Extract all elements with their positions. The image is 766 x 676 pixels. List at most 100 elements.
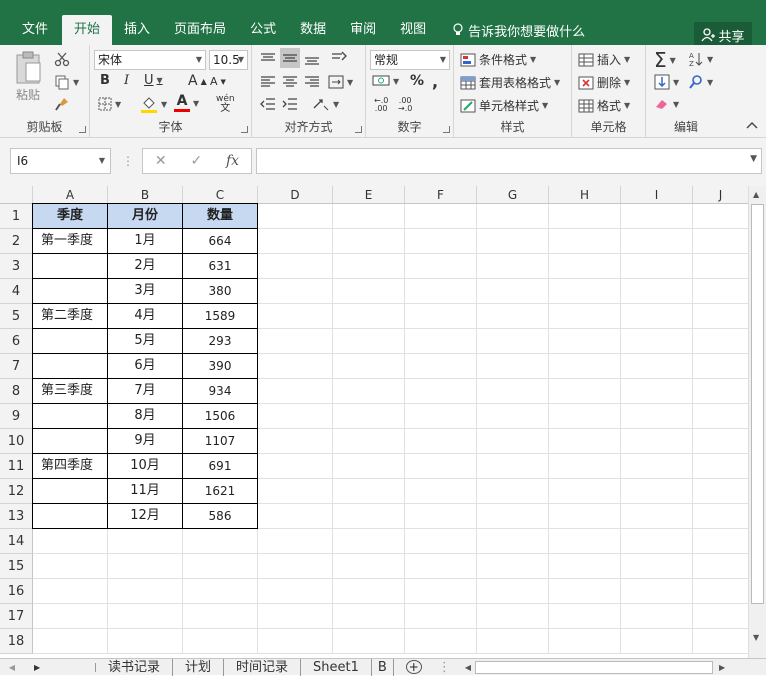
table-cell[interactable]	[32, 253, 108, 279]
table-cell[interactable]: 10月	[107, 453, 183, 479]
grid-cell[interactable]	[693, 379, 749, 404]
scroll-down-icon[interactable]: ▼	[753, 633, 759, 642]
column-header[interactable]: B	[108, 186, 183, 204]
grid-cell[interactable]	[183, 604, 258, 629]
vertical-scrollbar[interactable]: ▲ ▼	[748, 186, 766, 658]
align-center-button[interactable]	[282, 75, 298, 89]
grid-cell[interactable]	[549, 354, 621, 379]
horizontal-scrollbar[interactable]	[474, 660, 713, 674]
cancel-icon[interactable]: ✕	[155, 153, 167, 169]
grid-cell[interactable]	[333, 204, 405, 229]
table-cell[interactable]: 1月	[107, 228, 183, 254]
decrease-decimal-button[interactable]: .00 →.0	[398, 97, 412, 113]
grid-cell[interactable]	[108, 579, 183, 604]
grid-cell[interactable]	[333, 354, 405, 379]
grid-cell[interactable]	[405, 204, 477, 229]
shrink-font-button[interactable]: A ▼	[210, 75, 226, 88]
grid-cell[interactable]	[405, 529, 477, 554]
copy-button[interactable]: ▼	[54, 74, 79, 90]
table-cell[interactable]	[32, 328, 108, 354]
grid-cell[interactable]	[333, 479, 405, 504]
chevron-down-icon[interactable]: ▼	[750, 154, 757, 164]
tab-review[interactable]: 审阅	[338, 15, 388, 45]
select-all-corner[interactable]	[0, 186, 33, 204]
grid-cell[interactable]	[621, 429, 693, 454]
grid-cell[interactable]	[693, 629, 749, 654]
grid-cell[interactable]	[258, 429, 333, 454]
grid-cell[interactable]	[405, 354, 477, 379]
column-header[interactable]: F	[405, 186, 477, 204]
grid-cell[interactable]	[33, 554, 108, 579]
grid-cell[interactable]	[621, 354, 693, 379]
table-cell[interactable]: 2月	[107, 253, 183, 279]
grid-cell[interactable]	[183, 554, 258, 579]
grid-cell[interactable]	[108, 554, 183, 579]
tab-page-layout[interactable]: 页面布局	[162, 15, 238, 45]
table-cell[interactable]: 6月	[107, 353, 183, 379]
grid-cell[interactable]	[333, 579, 405, 604]
grid-cell[interactable]	[33, 629, 108, 654]
increase-decimal-button[interactable]: ←.0.00	[374, 97, 388, 113]
table-cell[interactable]: 第一季度	[32, 228, 108, 254]
tab-view[interactable]: 视图	[388, 15, 438, 45]
grid-cell[interactable]	[621, 229, 693, 254]
align-right-button[interactable]	[304, 75, 320, 89]
accounting-button[interactable]: ▼	[372, 74, 399, 88]
row-header[interactable]: 2	[0, 229, 33, 254]
align-middle-button[interactable]	[280, 48, 300, 68]
grid-cell[interactable]	[477, 454, 549, 479]
grid-cell[interactable]	[693, 404, 749, 429]
grid-cell[interactable]	[693, 579, 749, 604]
table-header-cell[interactable]: 数量	[182, 203, 258, 229]
grid-cell[interactable]	[405, 579, 477, 604]
font-size-select[interactable]: 10.5 ▼	[209, 50, 248, 70]
merge-center-button[interactable]: ▼	[328, 74, 353, 90]
grid-cell[interactable]	[549, 229, 621, 254]
table-cell[interactable]: 4月	[107, 303, 183, 329]
row-header[interactable]: 11	[0, 454, 33, 479]
grid-cell[interactable]	[33, 604, 108, 629]
column-header[interactable]: D	[258, 186, 333, 204]
grid-cell[interactable]	[693, 254, 749, 279]
grid-cell[interactable]	[258, 554, 333, 579]
fill-button[interactable]: ▼	[654, 74, 679, 90]
grid-cell[interactable]	[333, 279, 405, 304]
hscroll-right-icon[interactable]: ▶	[719, 663, 725, 672]
sheet-nav-left-icon[interactable]: ◀	[0, 663, 24, 672]
grid-cell[interactable]	[549, 379, 621, 404]
grid-cell[interactable]	[693, 479, 749, 504]
grid-cell[interactable]	[405, 279, 477, 304]
autosum-button[interactable]: Σ ▼	[654, 48, 676, 72]
table-cell[interactable]: 664	[182, 228, 258, 254]
grid-cell[interactable]	[258, 479, 333, 504]
grid-cell[interactable]	[405, 604, 477, 629]
grid-cell[interactable]	[258, 404, 333, 429]
grid-cell[interactable]	[477, 404, 549, 429]
italic-button[interactable]: I	[124, 73, 129, 88]
grid-cell[interactable]	[33, 529, 108, 554]
wrap-text-button[interactable]: ▼	[312, 96, 339, 112]
alignment-launcher[interactable]	[355, 126, 362, 133]
table-cell[interactable]: 9月	[107, 428, 183, 454]
format-cells-button[interactable]: 格式 ▼	[578, 97, 630, 114]
insert-function-button[interactable]: fx	[226, 153, 239, 169]
table-cell[interactable]: 7月	[107, 378, 183, 404]
table-cell[interactable]: 第三季度	[32, 378, 108, 404]
formula-input[interactable]: ▼	[256, 148, 762, 174]
row-header[interactable]: 10	[0, 429, 33, 454]
table-cell[interactable]	[32, 478, 108, 504]
table-cell[interactable]	[32, 353, 108, 379]
column-header[interactable]: J	[693, 186, 749, 204]
sort-filter-button[interactable]: A Z ▼	[688, 51, 713, 67]
grid-cell[interactable]	[621, 379, 693, 404]
number-format-select[interactable]: 常规 ▼	[370, 50, 450, 70]
grid-cell[interactable]	[477, 254, 549, 279]
tab-formulas[interactable]: 公式	[238, 15, 288, 45]
table-cell[interactable]: 631	[182, 253, 258, 279]
grid-cell[interactable]	[477, 579, 549, 604]
grid-cell[interactable]	[549, 404, 621, 429]
row-header[interactable]: 9	[0, 404, 33, 429]
grid-cell[interactable]	[693, 529, 749, 554]
table-cell[interactable]	[32, 503, 108, 529]
grid-cell[interactable]	[477, 229, 549, 254]
